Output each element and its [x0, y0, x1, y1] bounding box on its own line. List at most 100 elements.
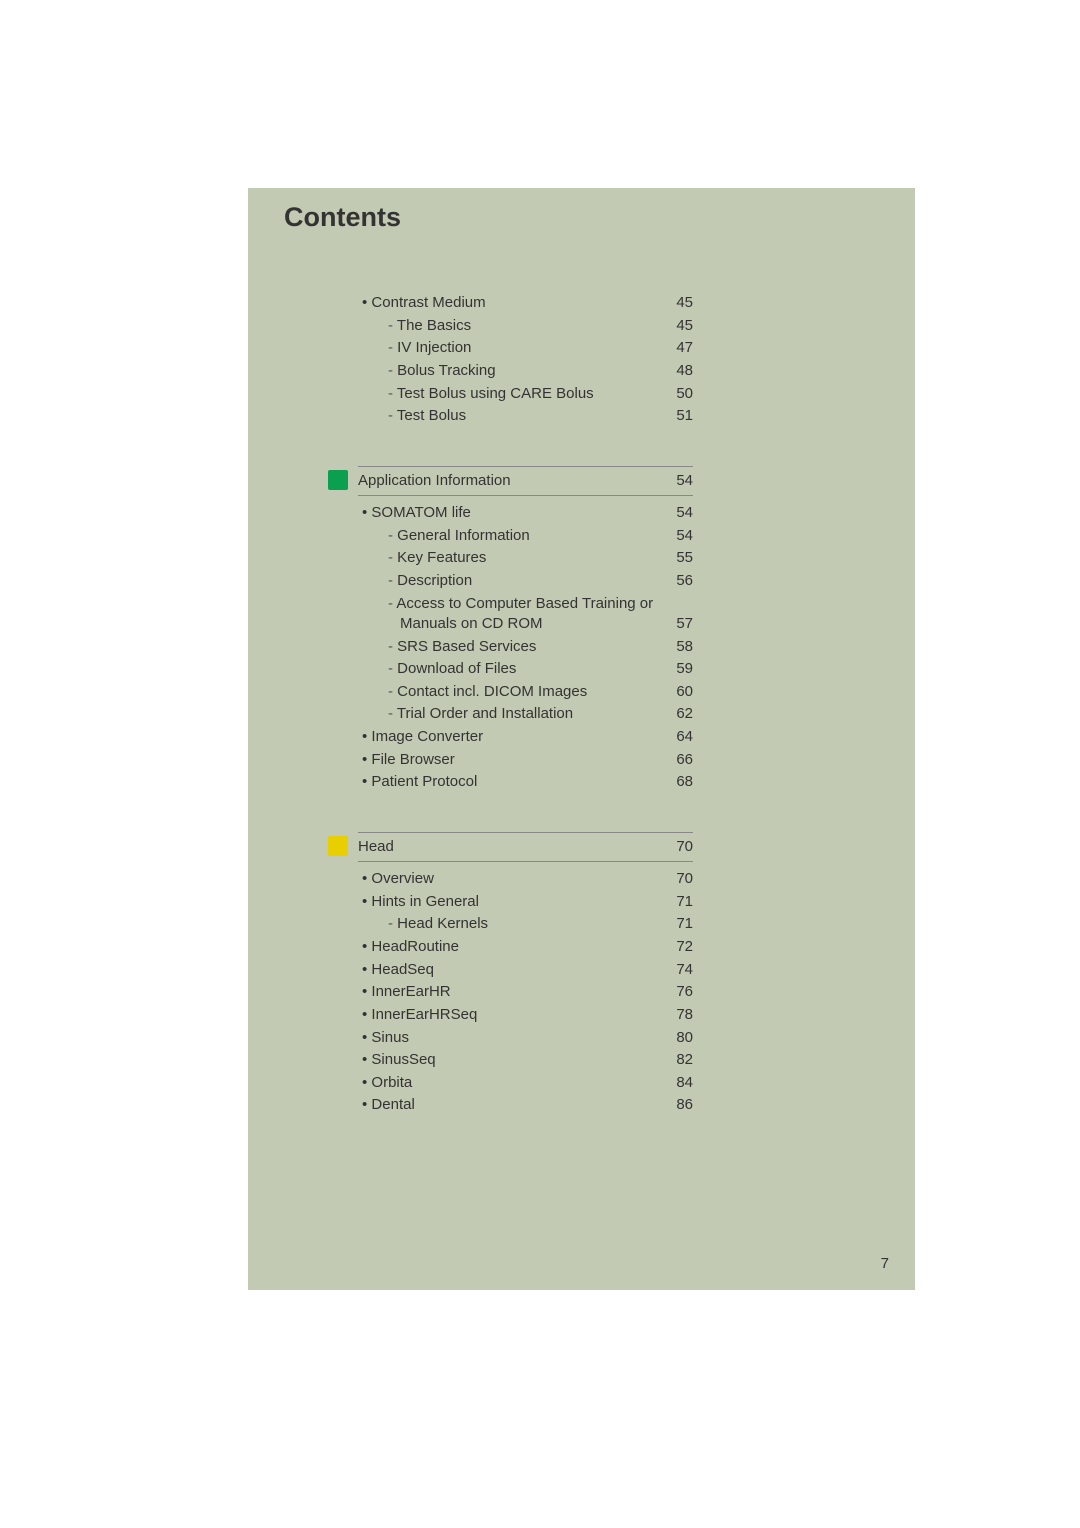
- toc-entry-page: 76: [653, 982, 693, 1002]
- toc-entry-page: 70: [653, 869, 693, 889]
- toc-entry-label: Orbita: [362, 1073, 653, 1093]
- toc-entry[interactable]: Key Features55: [358, 547, 693, 570]
- toc-entry-label: Patient Protocol: [362, 772, 653, 792]
- toc-entry-page: 66: [653, 750, 693, 770]
- section-heading: Head: [358, 837, 394, 857]
- section-page-number: 54: [676, 471, 693, 491]
- toc-entry[interactable]: File Browser66: [358, 749, 693, 772]
- toc-entry-page: 48: [653, 361, 693, 381]
- toc-entry[interactable]: IV Injection47: [358, 337, 693, 360]
- toc-entry-page: 45: [653, 293, 693, 313]
- section-page-number: 70: [676, 837, 693, 857]
- toc-entry[interactable]: Download of Files59: [358, 658, 693, 681]
- toc-entry-page: 62: [653, 704, 693, 724]
- toc-entry-page: 71: [653, 914, 693, 934]
- toc-entry-label: Test Bolus using CARE Bolus: [384, 384, 653, 404]
- toc-entry-label: Overview: [362, 869, 653, 889]
- toc-entry-page: 55: [653, 548, 693, 568]
- toc-entry[interactable]: Bolus Tracking48: [358, 360, 693, 383]
- toc-entry-label: Image Converter: [362, 727, 653, 747]
- section-heading: Application Information: [358, 471, 511, 491]
- toc-entry-label: Dental: [362, 1095, 653, 1115]
- toc-group-contrast: Contrast Medium45The Basics45IV Injectio…: [358, 292, 693, 428]
- toc-entry[interactable]: Description56: [358, 570, 693, 593]
- section-chip-icon: [328, 470, 348, 490]
- toc-entry[interactable]: Head Kernels71: [358, 913, 693, 936]
- toc-entry[interactable]: Test Bolus51: [358, 405, 693, 428]
- document-page: Contents Contrast Medium45The Basics45IV…: [248, 188, 915, 1290]
- toc-entry[interactable]: HeadRoutine72: [358, 936, 693, 959]
- toc-entry-page: 60: [653, 682, 693, 702]
- toc-entry-label: Contrast Medium: [362, 293, 653, 313]
- toc-entry-label: Sinus: [362, 1028, 653, 1048]
- toc-entry-label: Download of Files: [384, 659, 653, 679]
- toc-entry-page: 71: [653, 892, 693, 912]
- toc-entry-page: 50: [653, 384, 693, 404]
- toc-entry-page: 68: [653, 772, 693, 792]
- toc-entry-label: InnerEarHRSeq: [362, 1005, 653, 1025]
- toc-entry-label: Hints in General: [362, 892, 653, 912]
- toc-entry-label: File Browser: [362, 750, 653, 770]
- toc-entry-label: SinusSeq: [362, 1050, 653, 1070]
- toc-entry[interactable]: Access to Computer Based Training orManu…: [358, 593, 693, 636]
- toc-entry[interactable]: Sinus80: [358, 1026, 693, 1049]
- toc-entry-label: Access to Computer Based Training or: [384, 594, 693, 614]
- section-chip-icon: [328, 836, 348, 856]
- toc-entry[interactable]: HeadSeq74: [358, 959, 693, 982]
- toc-section-header-head: Head 70: [358, 832, 693, 862]
- toc-entry-page: 54: [653, 526, 693, 546]
- toc-entry-label: InnerEarHR: [362, 982, 653, 1002]
- toc-entry-page: 54: [653, 503, 693, 523]
- toc-entry[interactable]: The Basics45: [358, 315, 693, 338]
- toc-entry[interactable]: Trial Order and Installation62: [358, 703, 693, 726]
- toc-entry-page: 80: [653, 1028, 693, 1048]
- toc-entry[interactable]: Contrast Medium45: [358, 292, 693, 315]
- toc-entry[interactable]: Test Bolus using CARE Bolus50: [358, 383, 693, 406]
- toc-entry-label: SRS Based Services: [384, 637, 653, 657]
- toc-entry-page: 74: [653, 960, 693, 980]
- toc-entry-page: 64: [653, 727, 693, 747]
- toc-entry[interactable]: Contact incl. DICOM Images60: [358, 681, 693, 704]
- toc-entry[interactable]: InnerEarHR76: [358, 981, 693, 1004]
- toc-section-body-app-info: SOMATOM life54General Information54Key F…: [358, 496, 693, 794]
- toc-section-header-app-info: Application Information 54: [358, 466, 693, 496]
- toc-entry-page: 56: [653, 571, 693, 591]
- toc-entry-page: 84: [653, 1073, 693, 1093]
- toc-entry-label: HeadRoutine: [362, 937, 653, 957]
- toc-entry-page: 59: [653, 659, 693, 679]
- toc-entry[interactable]: Patient Protocol68: [358, 771, 693, 794]
- toc-entry-label: HeadSeq: [362, 960, 653, 980]
- toc-entry-label: Key Features: [384, 548, 653, 568]
- toc-section-body-head: Overview70Hints in General71Head Kernels…: [358, 862, 693, 1117]
- toc-entry-label: The Basics: [384, 316, 653, 336]
- toc-entry[interactable]: Overview70: [358, 868, 693, 891]
- toc-entry[interactable]: SinusSeq82: [358, 1049, 693, 1072]
- toc-entry-label: IV Injection: [384, 338, 653, 358]
- toc-entry-page: 57: [653, 614, 693, 634]
- toc-entry[interactable]: Image Converter64: [358, 726, 693, 749]
- toc-entry-label: Trial Order and Installation: [384, 704, 653, 724]
- toc-entry-page: 45: [653, 316, 693, 336]
- toc-entry[interactable]: Orbita84: [358, 1072, 693, 1095]
- toc-entry-page: 82: [653, 1050, 693, 1070]
- toc-entry-label: Description: [384, 571, 653, 591]
- toc-entry[interactable]: Dental86: [358, 1094, 693, 1117]
- toc-entry-label: Test Bolus: [384, 406, 653, 426]
- page-title: Contents: [284, 202, 401, 233]
- toc-entry[interactable]: InnerEarHRSeq78: [358, 1004, 693, 1027]
- toc-entry-page: 58: [653, 637, 693, 657]
- toc-entry-page: 86: [653, 1095, 693, 1115]
- toc-entry-page: 51: [653, 406, 693, 426]
- toc-entry[interactable]: General Information54: [358, 525, 693, 548]
- toc-entry[interactable]: SOMATOM life54: [358, 502, 693, 525]
- toc-entry-label-cont: Manuals on CD ROM: [384, 614, 543, 634]
- toc-entry-label: SOMATOM life: [362, 503, 653, 523]
- toc-entry-page: 72: [653, 937, 693, 957]
- toc-entry-label: Contact incl. DICOM Images: [384, 682, 653, 702]
- toc-entry-page: 78: [653, 1005, 693, 1025]
- toc-entry-label: Head Kernels: [384, 914, 653, 934]
- toc-content: Contrast Medium45The Basics45IV Injectio…: [358, 292, 693, 1117]
- toc-entry-label: Bolus Tracking: [384, 361, 653, 381]
- toc-entry[interactable]: Hints in General71: [358, 891, 693, 914]
- toc-entry[interactable]: SRS Based Services58: [358, 635, 693, 658]
